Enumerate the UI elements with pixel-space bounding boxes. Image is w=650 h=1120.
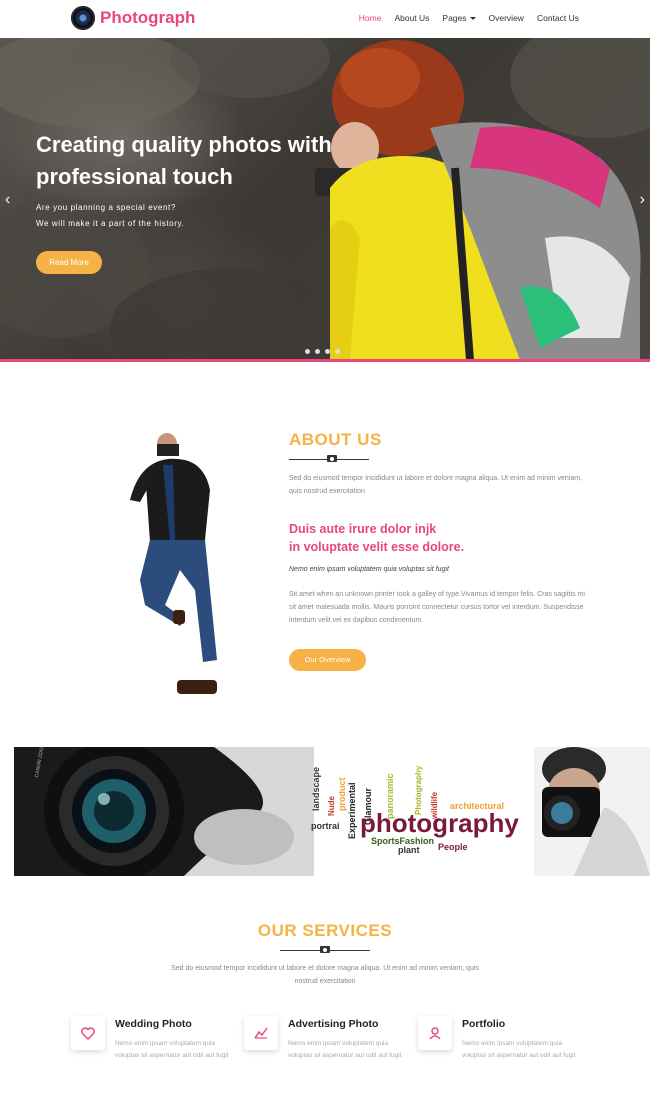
slider-dot[interactable] — [335, 349, 340, 354]
hero-sub-line1: Are you planning a special event? — [36, 203, 176, 212]
camera-icon — [320, 946, 330, 953]
word-cloud-item: landscape — [311, 766, 321, 811]
site-header: Photograph Home About Us Pages Overview … — [0, 0, 650, 38]
slider-next-arrow-icon[interactable]: › — [640, 191, 645, 209]
nav-pages[interactable]: Pages — [442, 13, 476, 23]
chevron-down-icon — [469, 17, 476, 21]
chart-icon — [244, 1016, 278, 1050]
slider-dots — [305, 349, 340, 354]
hero-sub-line2: We will make it a part of the history. — [36, 219, 185, 228]
service-desc: Nemo enim ipsam voluptatem quia voluptas… — [115, 1040, 229, 1059]
logo[interactable]: Photograph — [71, 6, 195, 30]
about-headline-line2: in voluptate velit esse dolore. — [289, 540, 465, 554]
logo-text: Photograph — [100, 8, 196, 27]
service-desc: Nemo enim ipsam voluptatem quia voluptas… — [288, 1040, 402, 1059]
user-icon — [418, 1016, 452, 1050]
slider-prev-arrow-icon[interactable]: ‹ — [5, 191, 10, 209]
service-name: Wedding Photo — [115, 1018, 192, 1030]
read-more-button[interactable]: Read More — [36, 251, 102, 274]
hero-title: Creating quality photos with professiona… — [36, 129, 376, 193]
word-cloud-item: photography — [360, 808, 519, 838]
our-overview-button[interactable]: Our Overview — [289, 649, 366, 671]
nav-home[interactable]: Home — [359, 13, 382, 23]
services-title: OUR SERVICES — [257, 921, 393, 940]
service-name: Advertising Photo — [288, 1018, 379, 1030]
camera-icon — [327, 455, 337, 462]
word-cloud-item: Experimental — [347, 782, 357, 839]
nav-contact-us[interactable]: Contact Us — [537, 13, 579, 23]
photographer-image — [130, 433, 217, 694]
hero-photo — [0, 38, 650, 360]
hero-subtitle: Are you planning a special event? We wil… — [36, 200, 184, 232]
about-headline-line1: Duis aute irure dolor injk — [289, 522, 437, 536]
camera-lens-icon — [71, 6, 95, 30]
word-cloud-item: plant — [398, 845, 420, 855]
hero-slider: Creating quality photos with professiona… — [0, 38, 650, 360]
heart-icon — [71, 1016, 105, 1050]
nav-overview[interactable]: Overview — [489, 13, 524, 23]
about-italic-text: Nemo enim ipsam voluptatem quia voluptas… — [289, 566, 449, 573]
about-headline: Duis aute irure dolor injk in voluptate … — [289, 520, 589, 556]
slider-dot[interactable] — [305, 349, 310, 354]
hero-title-line2: professional touch — [36, 164, 233, 189]
slider-dot[interactable] — [315, 349, 320, 354]
nav-pages-label: Pages — [442, 13, 467, 23]
hero-title-line1: Creating quality photos with — [36, 132, 332, 157]
nav-about-us[interactable]: About Us — [394, 13, 429, 23]
hero-accent-line — [0, 359, 650, 362]
service-name: Portfolio — [462, 1018, 506, 1030]
slider-dot[interactable] — [325, 349, 330, 354]
about-paragraph: Sed do eiusmod tempor incididunt ut labo… — [289, 475, 582, 495]
word-cloud-item: product — [337, 777, 347, 812]
service-desc: Nemo enim ipsam voluptatem quia voluptas… — [462, 1040, 576, 1059]
about-title: ABOUT US — [289, 430, 382, 449]
about-paragraph-2: Sit amet when an unknown printer took a … — [289, 591, 585, 624]
photography-banner: CANON ZOOM LENS EF landscape Nude produc… — [14, 747, 650, 876]
word-cloud-item: Nude — [327, 796, 336, 816]
word-cloud-item: portrai — [311, 821, 340, 831]
word-cloud-item: People — [438, 842, 468, 852]
services-paragraph: Sed do eiusmod tempor incididunt ut labo… — [171, 965, 479, 985]
main-nav: Home About Us Pages Overview Contact Us — [359, 13, 579, 23]
